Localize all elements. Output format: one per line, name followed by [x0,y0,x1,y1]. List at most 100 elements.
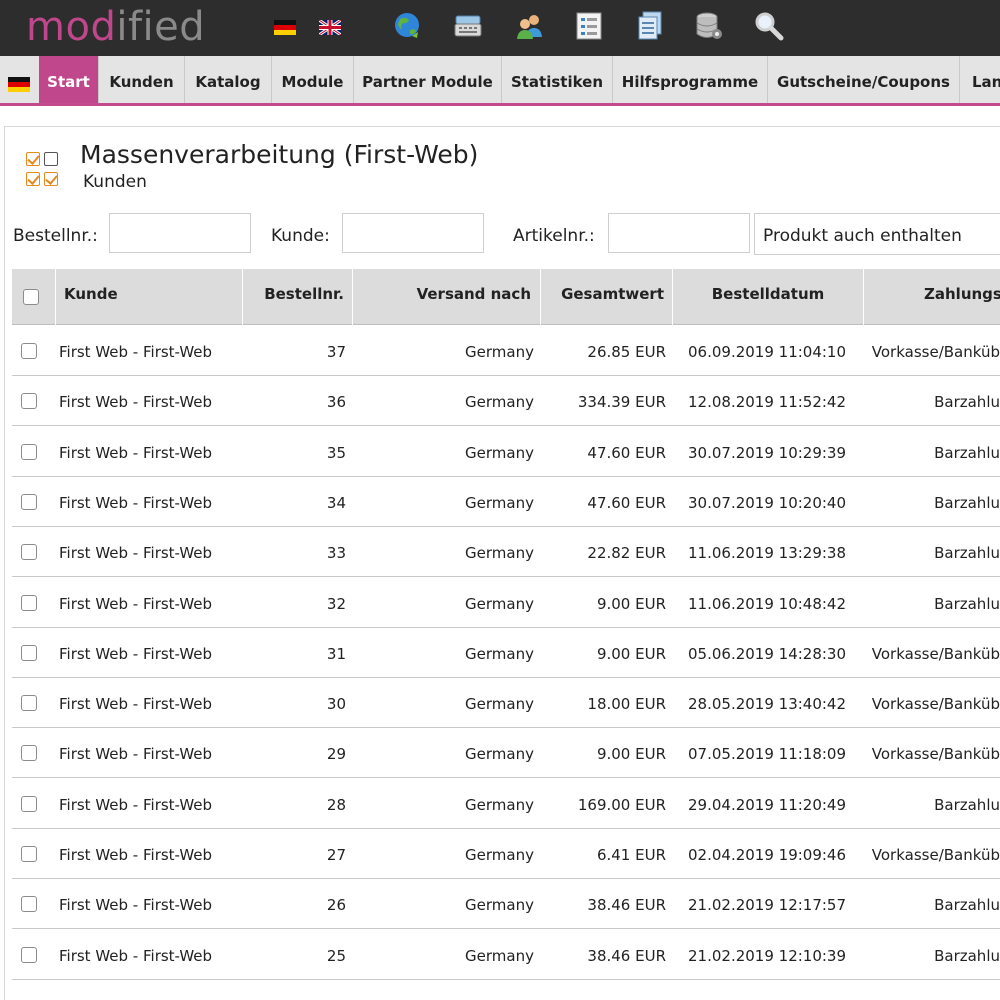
table-row[interactable]: First Web - First-Web 30 Germany 18.00 EUR 2… [12,678,1000,729]
cell-versand: Germany [465,946,534,965]
cell-bestelldatum: 30.07.2019 10:29:39 [688,443,847,462]
main-navigation: Start Kunden Katalog Module Partner Modu… [0,56,1000,106]
cell-gesamtwert: 9.00 EUR [596,594,666,613]
cell-zahlungsweise: Barzahlu [934,493,1000,512]
cell-zahlungsweise: Barzahlu [934,443,1000,462]
table-row[interactable]: First Web - First-Web 35 Germany 47.60 EUR 3… [12,427,1000,477]
tab-module[interactable]: Module [272,56,354,103]
globe-icon[interactable] [392,10,424,42]
cell-versand: Germany [465,443,534,462]
cell-kunde: First Web - First-Web [59,745,213,764]
table-row[interactable]: First Web - First-Web 26 Germany 38.46 EUR 2… [12,879,1000,930]
row-checkbox[interactable] [21,695,37,712]
produkt-select[interactable]: Produkt auch enthalten [754,213,1000,255]
table-row[interactable]: First Web - First-Web 29 Germany 9.00 EUR 07… [12,728,1000,779]
row-checkbox[interactable] [21,443,37,460]
tab-lan[interactable]: Lan [960,56,1000,103]
col-bestellnr[interactable]: Bestellnr. [242,269,352,325]
cell-kunde: First Web - First-Web [59,896,213,915]
row-checkbox[interactable] [21,393,37,410]
table-row[interactable]: First Web - First-Web 28 Germany 169.00 EUR… [12,779,1000,829]
tab-partner-module[interactable]: Partner Module [354,56,502,103]
germany-flag-icon[interactable] [274,20,296,35]
table-row[interactable]: First Web - First-Web 27 Germany 6.41 EUR 02… [12,829,1000,879]
tab-statistiken[interactable]: Statistiken [502,56,613,103]
row-checkbox[interactable] [21,946,37,963]
table-row[interactable]: First Web - First-Web 31 Germany 9.00 EUR 05… [12,628,1000,678]
table-row[interactable]: First Web - First-Web 25 Germany 38.46 EUR 2… [12,930,1000,980]
cell-zahlungsweise: Vorkasse/Banküb [871,695,1000,714]
bestellnr-input[interactable] [109,213,251,253]
cell-zahlungsweise: Barzahlu [934,946,1000,965]
documents-icon[interactable] [634,10,666,42]
uk-flag-icon[interactable] [319,20,341,35]
col-zahlungsweise[interactable]: Zahlungsv [863,269,1000,325]
cell-gesamtwert: 47.60 EUR [587,493,666,512]
col-gesamtwert[interactable]: Gesamtwert [540,269,672,325]
cell-kunde: First Web - First-Web [59,393,213,412]
cell-bestelldatum: 21.02.2019 12:10:39 [688,946,847,965]
cell-bestelldatum: 06.09.2019 11:04:10 [688,343,847,361]
cell-versand: Germany [465,493,534,512]
cell-kunde: First Web - First-Web [59,493,213,512]
logo[interactable]: modified [26,4,205,50]
row-checkbox[interactable] [21,795,37,812]
cell-versand: Germany [465,343,534,361]
table-header: Kunde Bestellnr. Versand nach Gesamtwert… [12,269,1000,325]
top-header: modified [0,0,1000,56]
cell-bestellnr: 27 [326,846,346,864]
cell-bestellnr: 36 [326,393,346,412]
row-checkbox[interactable] [21,644,37,661]
row-checkbox[interactable] [21,544,37,561]
row-checkbox[interactable] [21,493,37,510]
page-subtitle: Kunden [83,172,147,192]
col-bestelldatum[interactable]: Bestelldatum [672,269,863,325]
cell-bestelldatum: 11.06.2019 13:29:38 [688,544,847,563]
kunde-input[interactable] [342,213,484,253]
list-icon[interactable] [573,10,605,42]
col-versand-nach[interactable]: Versand nach [352,269,540,325]
database-icon[interactable] [693,10,725,42]
row-checkbox[interactable] [21,343,37,359]
cell-gesamtwert: 47.60 EUR [587,443,666,462]
row-checkbox[interactable] [21,846,37,862]
tab-kunden[interactable]: Kunden [99,56,185,103]
cell-kunde: First Web - First-Web [59,946,213,965]
table-row[interactable]: First Web - First-Web 33 Germany 22.82 EUR 1… [12,527,1000,578]
cell-zahlungsweise: Vorkasse/Banküb [871,745,1000,764]
cell-versand: Germany [465,393,534,412]
cell-versand: Germany [465,695,534,714]
cell-bestellnr: 26 [326,896,346,915]
table-row[interactable]: First Web - First-Web 36 Germany 334.39 EUR… [12,376,1000,427]
cell-bestelldatum: 02.04.2019 19:09:46 [688,846,847,864]
cell-bestellnr: 29 [326,745,346,764]
cell-bestelldatum: 21.02.2019 12:17:57 [688,896,847,915]
search-icon[interactable] [753,10,785,42]
table-row[interactable]: First Web - First-Web 32 Germany 9.00 EUR 11… [12,578,1000,628]
cell-zahlungsweise: Barzahlu [934,795,1000,814]
tab-hilfsprogramme[interactable]: Hilfsprogramme [613,56,768,103]
row-checkbox[interactable] [21,745,37,762]
col-kunde[interactable]: Kunde [55,269,242,325]
tab-gutscheine-coupons[interactable]: Gutscheine/Coupons [768,56,960,103]
cell-kunde: First Web - First-Web [59,846,213,864]
table-row[interactable]: First Web - First-Web 34 Germany 47.60 EUR 3… [12,477,1000,527]
tab-katalog[interactable]: Katalog [185,56,272,103]
cell-versand: Germany [465,544,534,563]
cash-register-icon[interactable] [452,10,484,42]
cell-kunde: First Web - First-Web [59,343,213,361]
cell-bestelldatum: 05.06.2019 14:28:30 [688,644,847,663]
table-row[interactable]: First Web - First-Web 37 Germany 26.85 EUR 0… [12,326,1000,376]
select-all-checkbox[interactable] [23,289,39,305]
germany-flag-icon[interactable] [8,77,30,92]
row-checkbox[interactable] [21,896,37,913]
row-checkbox[interactable] [21,594,37,611]
cell-bestellnr: 33 [326,544,346,563]
cell-gesamtwert: 6.41 EUR [596,846,666,864]
users-icon[interactable] [514,10,546,42]
tab-start[interactable]: Start [39,56,99,103]
cell-versand: Germany [465,846,534,864]
cell-gesamtwert: 18.00 EUR [587,695,666,714]
artikelnr-input[interactable] [608,213,750,253]
cell-bestellnr: 32 [326,594,346,613]
